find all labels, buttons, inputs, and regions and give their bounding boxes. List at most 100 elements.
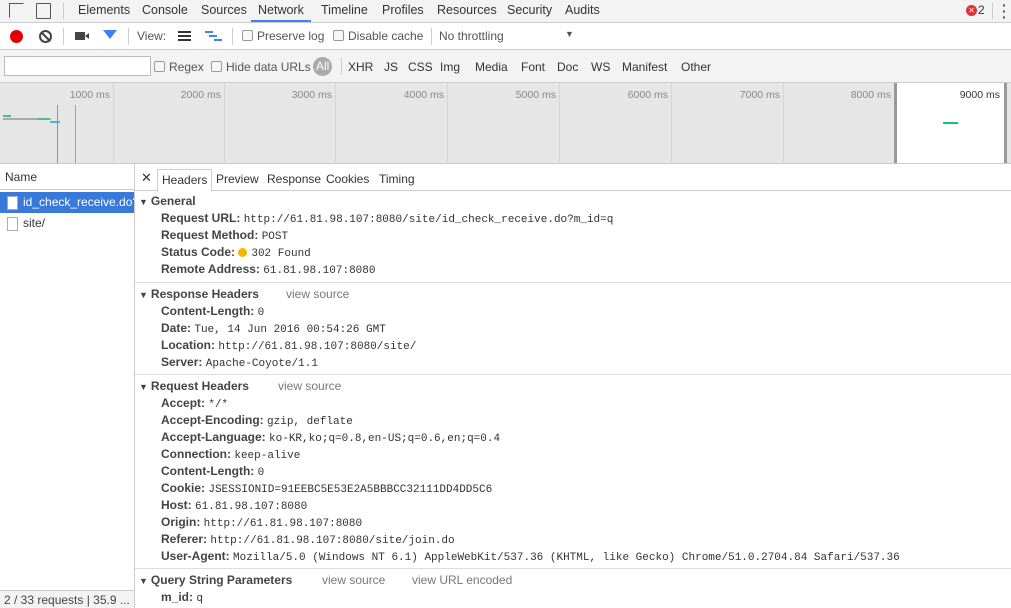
disable-cache-label: Disable cache: [348, 29, 424, 43]
header-value: 0: [257, 467, 265, 479]
section-general[interactable]: ▼ General: [139, 194, 196, 208]
tab-security[interactable]: Security: [507, 0, 552, 22]
hide-data-urls-label: Hide data URLs: [226, 60, 311, 74]
tab-elements[interactable]: Elements: [78, 0, 130, 22]
grid-line: [447, 83, 448, 163]
request-row[interactable]: id_check_receive.do?...: [0, 192, 134, 213]
divider: [135, 282, 1011, 283]
view-source-link[interactable]: view source: [286, 287, 349, 301]
error-icon[interactable]: ✕: [966, 5, 977, 16]
header-row: Request Method: POST: [161, 228, 288, 243]
view-source-link[interactable]: view source: [278, 379, 341, 393]
ruler-label: 1000 ms: [69, 89, 110, 101]
tab-resources[interactable]: Resources: [437, 0, 497, 22]
overview-icon[interactable]: [205, 31, 222, 41]
header-name: Request URL:: [161, 211, 241, 225]
header-name: Host:: [161, 498, 192, 512]
filter-type-xhr[interactable]: XHR: [348, 60, 373, 74]
filter-icon[interactable]: [103, 30, 117, 39]
section-title: Query String Parameters: [150, 573, 293, 587]
filter-type-other[interactable]: Other: [681, 60, 711, 74]
filter-type-manifest[interactable]: Manifest: [622, 60, 667, 74]
header-row: Connection: keep-alive: [161, 447, 300, 462]
view-label: View:: [137, 29, 167, 43]
large-rows-icon[interactable]: [178, 31, 191, 41]
capture-screenshots-icon[interactable]: [75, 32, 89, 40]
header-value: JSESSIONID=91EEBC5E53E2A5BBBCC32111DD4DD…: [208, 484, 493, 496]
tab-console[interactable]: Console: [142, 0, 188, 22]
tab-timeline[interactable]: Timeline: [321, 0, 368, 22]
detail-tab-cookies[interactable]: Cookies: [322, 169, 373, 191]
header-row: Accept-Language: ko-KR,ko;q=0.8,en-US;q=…: [161, 430, 500, 445]
grid-line: [113, 83, 114, 163]
header-value: ko-KR,ko;q=0.8,en-US;q=0.6,en;q=0.4: [269, 433, 501, 445]
header-value: q: [196, 593, 203, 605]
name-column-header[interactable]: Name: [0, 164, 134, 190]
section-query[interactable]: ▼ Query String Parameters view source view …: [139, 573, 512, 587]
expand-triangle-icon[interactable]: ▼: [139, 197, 148, 207]
device-mode-icon[interactable]: [36, 3, 51, 19]
header-row: Remote Address: 61.81.98.107:8080: [161, 262, 375, 277]
detail-tab-timing[interactable]: Timing: [375, 169, 419, 191]
grid-line: [671, 83, 672, 163]
tab-profiles[interactable]: Profiles: [382, 0, 424, 22]
header-name: Status Code:: [161, 245, 236, 259]
close-icon[interactable]: ✕: [141, 170, 152, 186]
tab-network[interactable]: Network: [251, 0, 311, 22]
header-name: Accept-Language:: [161, 430, 266, 444]
expand-triangle-icon[interactable]: ▼: [139, 382, 148, 392]
disable-cache-checkbox[interactable]: Disable cache: [333, 29, 423, 43]
more-menu-icon[interactable]: · · ·: [1002, 0, 1007, 24]
preserve-log-checkbox[interactable]: Preserve log: [242, 29, 324, 43]
filter-type-ws[interactable]: WS: [591, 60, 610, 74]
header-row: Referer: http://61.81.98.107:8080/site/j…: [161, 532, 455, 547]
request-bar: [943, 122, 958, 124]
filter-type-js[interactable]: JS: [384, 60, 398, 74]
request-row[interactable]: site/: [0, 213, 134, 234]
header-row: Accept-Encoding: gzip, deflate: [161, 413, 353, 428]
section-request-headers[interactable]: ▼ Request Headers view source: [139, 379, 341, 393]
detail-tab-response[interactable]: Response: [263, 169, 325, 191]
record-button[interactable]: [10, 30, 23, 43]
header-row: User-Agent: Mozilla/5.0 (Windows NT 6.1)…: [161, 549, 900, 564]
grid-line: [335, 83, 336, 163]
header-value: POST: [261, 231, 289, 243]
regex-label: Regex: [169, 60, 204, 74]
clear-icon[interactable]: [39, 30, 52, 43]
chevron-down-icon[interactable]: ▼: [565, 29, 574, 39]
preserve-log-label: Preserve log: [257, 29, 325, 43]
name-header-label: Name: [5, 170, 38, 184]
ruler-label: 7000 ms: [739, 89, 780, 101]
header-name: Connection:: [161, 447, 231, 461]
error-count[interactable]: 2: [978, 3, 985, 17]
network-overview[interactable]: 1000 ms 2000 ms 3000 ms 4000 ms 5000 ms 6000 …: [0, 83, 1011, 164]
filter-type-img[interactable]: Img: [440, 60, 460, 74]
view-url-encoded-link[interactable]: view URL encoded: [412, 573, 512, 587]
header-name: Origin:: [161, 515, 201, 529]
filter-type-font[interactable]: Font: [521, 60, 545, 74]
filter-type-doc[interactable]: Doc: [557, 60, 578, 74]
section-response-headers[interactable]: ▼ Response Headers view source: [139, 287, 349, 301]
view-source-link[interactable]: view source: [322, 573, 385, 587]
expand-triangle-icon[interactable]: ▼: [139, 576, 148, 586]
regex-checkbox[interactable]: Regex: [154, 60, 204, 74]
ruler-label: 4000 ms: [403, 89, 444, 101]
tab-audits[interactable]: Audits: [565, 0, 600, 22]
filter-type-css[interactable]: CSS: [408, 60, 433, 74]
detail-tab-preview[interactable]: Preview: [212, 169, 263, 191]
header-row: Host: 61.81.98.107:8080: [161, 498, 307, 513]
throttling-select[interactable]: No throttling: [439, 29, 504, 43]
tab-sources[interactable]: Sources: [201, 0, 247, 22]
filter-type-media[interactable]: Media: [475, 60, 508, 74]
inspect-element-icon[interactable]: [9, 3, 24, 18]
filter-type-all[interactable]: All: [313, 57, 333, 76]
expand-triangle-icon[interactable]: ▼: [139, 290, 148, 300]
filter-input[interactable]: [4, 56, 151, 76]
ruler-label: 3000 ms: [291, 89, 332, 101]
detail-tab-headers[interactable]: Headers: [157, 169, 213, 192]
hide-data-urls-checkbox[interactable]: Hide data URLs: [211, 60, 311, 74]
ruler-label: 8000 ms: [850, 89, 891, 101]
network-toolbar: View: Preserve log Disable cache No thro…: [0, 23, 1011, 50]
detail-tab-bar: ✕ Headers Preview Response Cookies Timing: [135, 164, 1011, 192]
header-name: User-Agent:: [161, 549, 230, 563]
